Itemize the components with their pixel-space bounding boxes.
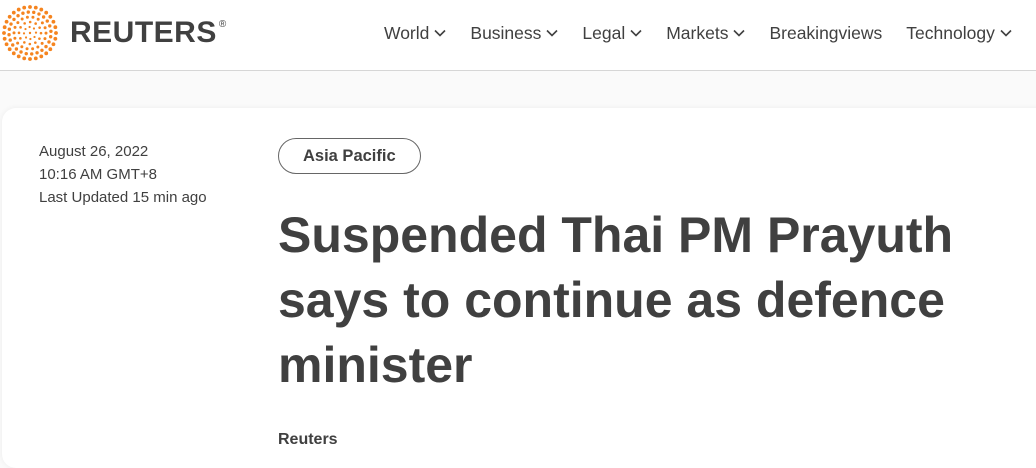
chevron-down-icon: [546, 29, 558, 37]
nav-business[interactable]: Business: [470, 23, 558, 44]
nav-markets[interactable]: Markets: [666, 22, 746, 44]
main-nav: World Business Legal Markets Breakingvie…: [384, 0, 1036, 66]
reuters-logo[interactable]: REUTERS ®: [2, 5, 227, 61]
reuters-logo-icon: [2, 5, 58, 61]
site-header: REUTERS ® World Business Legal Markets B…: [0, 0, 1036, 71]
publish-date: August 26, 2022: [39, 143, 149, 160]
chevron-down-icon: [630, 29, 642, 37]
nav-legal-label: Legal: [582, 22, 626, 43]
chevron-down-icon: [733, 29, 746, 37]
chevron-down-icon: [434, 29, 446, 37]
nav-breakingviews[interactable]: Breakingviews: [769, 23, 882, 44]
nav-breakingviews-label: Breakingviews: [769, 22, 883, 43]
last-updated: Last Updated 15 min ago: [39, 189, 207, 206]
brand-name: REUTERS: [70, 16, 217, 49]
section-tag[interactable]: Asia Pacific: [278, 138, 421, 174]
byline[interactable]: Reuters: [278, 431, 338, 449]
nav-markets-label: Markets: [666, 22, 729, 43]
publish-time: 10:16 AM GMT+8: [39, 166, 157, 183]
nav-technology-label: Technology: [906, 22, 995, 43]
nav-business-label: Business: [470, 22, 542, 43]
nav-world[interactable]: World: [384, 23, 446, 44]
article-card: August 26, 2022 10:16 AM GMT+8 Last Upda…: [2, 108, 1036, 468]
article-meta: August 26, 2022 10:16 AM GMT+8 Last Upda…: [39, 140, 207, 209]
nav-world-label: World: [384, 22, 430, 43]
nav-legal[interactable]: Legal: [582, 23, 642, 44]
article-headline: Suspended Thai PM Prayuth says to contin…: [278, 207, 954, 393]
registered-mark: ®: [218, 19, 227, 30]
chevron-down-icon: [1000, 29, 1012, 37]
nav-technology[interactable]: Technology: [906, 23, 1012, 44]
